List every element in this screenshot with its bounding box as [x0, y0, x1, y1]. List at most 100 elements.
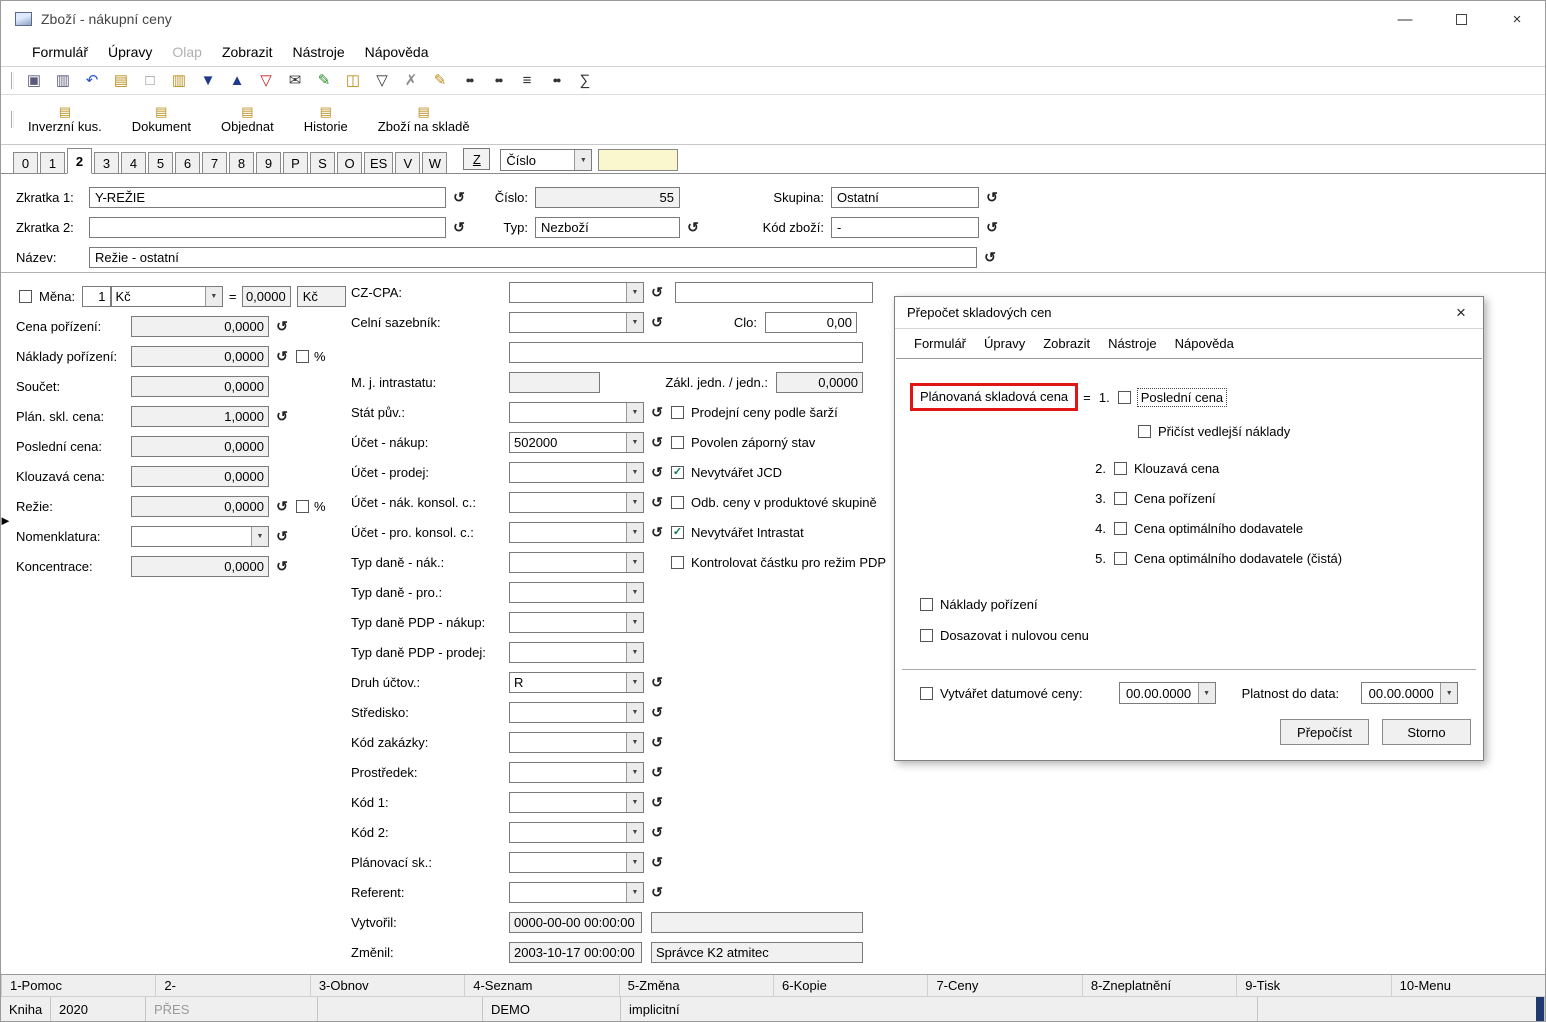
fkey-1-pomoc[interactable]: 1-Pomoc: [1, 975, 155, 996]
koncentrace-field[interactable]: 0,0000 ▼: [131, 556, 269, 577]
history-icon[interactable]: ↺: [647, 435, 667, 449]
typ-dane-pdp-nakup-select[interactable]: ▼: [509, 612, 644, 633]
inverzni-kus-button[interactable]: ▤ Inverzní kus.: [25, 103, 105, 136]
nevytvaret-intrastat-checkbox[interactable]: ✓: [671, 526, 684, 539]
typ-dane-nak-select[interactable]: ▼: [509, 552, 644, 573]
vytvaret-datumove-ceny-checkbox[interactable]: ✓: [920, 687, 933, 700]
search-icon[interactable]: ●●: [547, 76, 565, 85]
chevron-down-icon[interactable]: ▼: [626, 403, 643, 422]
mail-icon[interactable]: ✉: [286, 73, 304, 88]
nevytvaret-jcd-checkbox[interactable]: ✓: [671, 466, 684, 479]
plan-skl-cena-field[interactable]: 1,0000 ▼: [131, 406, 269, 427]
chevron-down-icon[interactable]: ▼: [626, 793, 643, 812]
tab-7[interactable]: 7: [202, 152, 227, 173]
chevron-down-icon[interactable]: ▼: [626, 703, 643, 722]
history-icon[interactable]: ↺: [272, 499, 292, 513]
history-icon[interactable]: ↺: [647, 885, 667, 899]
history-icon[interactable]: ↺: [272, 529, 292, 543]
fkey-10-menu[interactable]: 10-Menu: [1391, 975, 1545, 996]
celni-sazebnik-select[interactable]: ▼: [509, 312, 644, 333]
history-icon[interactable]: ↺: [683, 220, 703, 234]
percent-checkbox[interactable]: ✓: [296, 350, 309, 363]
history-icon[interactable]: ↺: [647, 705, 667, 719]
objednat-button[interactable]: ▤ Objednat: [218, 103, 277, 136]
cancel-button[interactable]: Storno: [1382, 719, 1471, 745]
prostredek-select[interactable]: ▼: [509, 762, 644, 783]
chevron-down-icon[interactable]: ▼: [626, 583, 643, 602]
copy-document-icon[interactable]: ▥: [170, 73, 188, 88]
menu-nastroje[interactable]: Nástroje: [284, 40, 354, 64]
open-folder-icon[interactable]: ▤: [112, 73, 130, 88]
cancel-filter-icon[interactable]: ▽: [257, 73, 275, 88]
zbozi-na-sklade-button[interactable]: ▤ Zboží na skladě: [375, 103, 473, 136]
cz-cpa-select[interactable]: ▼: [509, 282, 644, 303]
druh-uctov-select[interactable]: R ▼: [509, 672, 644, 693]
maximize-button[interactable]: [1433, 1, 1489, 37]
close-button[interactable]: ×: [1489, 1, 1545, 37]
fkey-8-zneplatneni[interactable]: 8-Zneplatnění: [1082, 975, 1236, 996]
history-icon[interactable]: ↺: [647, 315, 667, 329]
recalculate-button[interactable]: Přepočíst: [1280, 719, 1369, 745]
referent-select[interactable]: ▼: [509, 882, 644, 903]
tab-5[interactable]: 5: [148, 152, 173, 173]
tab-4[interactable]: 4: [121, 152, 146, 173]
tab-p[interactable]: P: [283, 152, 308, 173]
new-document-icon[interactable]: □: [141, 73, 159, 88]
history-icon[interactable]: ↺: [647, 795, 667, 809]
chevron-down-icon[interactable]: ▼: [626, 883, 643, 902]
nazev-field[interactable]: Režie - ostatní: [89, 247, 977, 268]
find-record-icon[interactable]: ●●: [489, 76, 507, 85]
tab-v[interactable]: V: [395, 152, 420, 173]
clear-icon[interactable]: ✗: [402, 73, 420, 88]
stat-puv-select[interactable]: ▼: [509, 402, 644, 423]
edit-document-icon[interactable]: ✎: [431, 73, 449, 88]
kod-1-select[interactable]: ▼: [509, 792, 644, 813]
chevron-down-icon[interactable]: ▼: [626, 463, 643, 482]
odb-ceny-v-produktove-skupine-checkbox[interactable]: ✓: [671, 496, 684, 509]
chevron-down-icon[interactable]: ▼: [574, 150, 591, 170]
klouzava-cena-field[interactable]: 0,0000 ▼: [131, 466, 269, 487]
cena-porizeni-field[interactable]: 0,0000 ▼: [131, 316, 269, 337]
binoculars-icon[interactable]: ●●: [460, 76, 478, 85]
tab-2[interactable]: 2: [67, 148, 92, 174]
chevron-down-icon[interactable]: ▼: [626, 493, 643, 512]
tab-6[interactable]: 6: [175, 152, 200, 173]
dokument-button[interactable]: ▤ Dokument: [129, 103, 194, 136]
history-icon[interactable]: ↺: [647, 525, 667, 539]
kod-zakazky-select[interactable]: ▼: [509, 732, 644, 753]
history-icon[interactable]: ↺: [272, 319, 292, 333]
chevron-down-icon[interactable]: ▼: [626, 613, 643, 632]
mena-checkbox[interactable]: ✓: [19, 290, 32, 303]
typ-dane-pdp-prodej-select[interactable]: ▼: [509, 642, 644, 663]
book-icon[interactable]: ◫: [344, 73, 362, 88]
ucet-prodej-select[interactable]: ▼: [509, 462, 644, 483]
dialog-menu-formular[interactable]: Formulář: [906, 332, 974, 355]
tab-8[interactable]: 8: [229, 152, 254, 173]
menu-napoveda[interactable]: Nápověda: [356, 40, 438, 64]
typ-field[interactable]: Nezboží: [535, 217, 680, 238]
fkey-5-zmena[interactable]: 5-Změna: [619, 975, 773, 996]
menu-zobrazit[interactable]: Zobrazit: [213, 40, 282, 64]
chevron-down-icon[interactable]: ▼: [626, 733, 643, 752]
mena-rate-field[interactable]: 0,0000: [242, 286, 290, 307]
chevron-down-icon[interactable]: ▼: [626, 283, 643, 302]
chevron-down-icon[interactable]: ▼: [626, 433, 643, 452]
history-icon[interactable]: ↺: [647, 855, 667, 869]
percent-checkbox[interactable]: ✓: [296, 500, 309, 513]
historie-button[interactable]: ▤ Historie: [301, 103, 351, 136]
tab-s[interactable]: S: [310, 152, 335, 173]
history-icon[interactable]: ↺: [272, 559, 292, 573]
kod-2-select[interactable]: ▼: [509, 822, 644, 843]
edit-confirm-icon[interactable]: ✎: [315, 73, 333, 88]
prodejni-ceny-podle-sarzi-checkbox[interactable]: ✓: [671, 406, 684, 419]
chevron-down-icon[interactable]: ▼: [626, 523, 643, 542]
cz-cpa-text-field[interactable]: [675, 282, 873, 303]
dialog-menu-upravy[interactable]: Úpravy: [976, 332, 1033, 355]
chevron-down-icon[interactable]: ▼: [205, 287, 222, 306]
pricist-vedlejsi-naklady-checkbox[interactable]: ✓: [1138, 425, 1151, 438]
history-icon[interactable]: ↺: [272, 349, 292, 363]
soucet-field[interactable]: 0,0000 ▼: [131, 376, 269, 397]
chevron-down-icon[interactable]: ▼: [626, 673, 643, 692]
zkratka2-field[interactable]: [89, 217, 446, 238]
dosazovat-nulovou-cenu-checkbox[interactable]: ✓: [920, 629, 933, 642]
